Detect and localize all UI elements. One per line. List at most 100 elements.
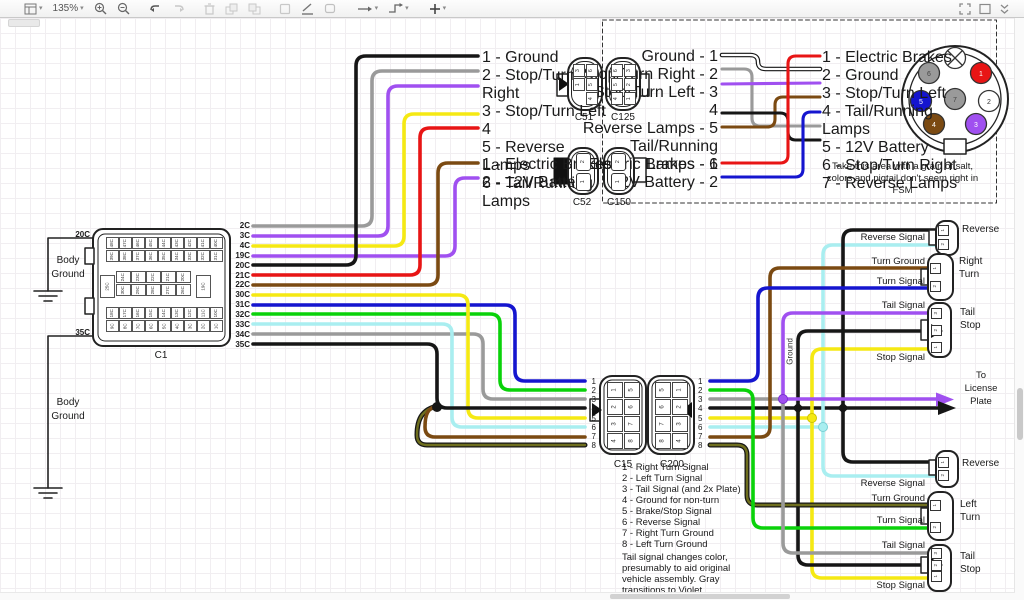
pin-number: 7	[586, 432, 596, 441]
pin-cell: 2	[930, 522, 941, 533]
zoom-level-dropdown[interactable]: 135% ▾	[53, 3, 84, 14]
ground-wire-label: Ground	[787, 331, 796, 371]
legend-line: 4 - Ground for non-turn	[622, 495, 812, 506]
pin-cell: 6	[586, 64, 598, 77]
to-front-button[interactable]	[225, 3, 238, 15]
license-plate-label: Plate	[952, 397, 1010, 407]
wire-label: 4	[578, 102, 718, 120]
vertical-scrollbar[interactable]	[1014, 18, 1024, 600]
wire[interactable]	[823, 427, 937, 476]
c1-pin-cell: 45C	[145, 237, 158, 249]
connection-arrow-dropdown[interactable]: ▾	[357, 4, 379, 14]
c1-pin-cell: 8C	[119, 320, 132, 332]
pin-number: 8	[586, 441, 596, 450]
horizontal-scrollbar-thumb[interactable]	[610, 594, 790, 599]
fill-color-button[interactable]	[279, 3, 291, 15]
vertical-scrollbar-thumb[interactable]	[1017, 388, 1023, 440]
wire[interactable]	[253, 324, 585, 427]
junction-dot	[819, 423, 828, 432]
wire[interactable]	[722, 83, 820, 84]
pin-cell: 4	[672, 433, 688, 449]
c1-pin-cell: 37C	[132, 250, 145, 262]
legend-line: 3 - Tail Signal (and 2x Plate)	[622, 484, 812, 495]
c1-pin-cell: 31C	[210, 250, 223, 262]
pin-cell: 3	[624, 64, 636, 77]
wire[interactable]	[722, 56, 820, 163]
zoom-in-button[interactable]	[94, 2, 107, 15]
wire-label: 1 - Electric Brakes	[822, 49, 972, 67]
c125-pins: 321	[624, 64, 636, 105]
insert-dropdown[interactable]: ▾	[429, 3, 447, 15]
pin-cell: 3	[573, 64, 585, 77]
redo-button[interactable]	[172, 3, 186, 15]
c1-pin-cell: 39C	[106, 250, 119, 262]
legend-line: 2 - Left Turn Signal	[622, 473, 812, 484]
license-plate-label: License	[952, 384, 1010, 394]
waypoint-style-dropdown[interactable]: ▾	[388, 3, 409, 14]
pin-cell: 8	[624, 433, 640, 449]
chevron-down-icon: ▾	[39, 5, 43, 12]
pin-cell: 2	[611, 153, 626, 171]
c1-pin-cell: 13C	[171, 307, 184, 319]
c1-pin-cell: 26C	[176, 284, 191, 296]
pin-cell: 1	[938, 225, 949, 236]
tail-signal-note: Tail signal changes color,presumably to …	[622, 552, 812, 592]
fullscreen-button[interactable]	[959, 3, 971, 15]
c1-pin-cell: 47C	[119, 237, 132, 249]
c1-pin-cell: 35C	[158, 250, 171, 262]
pin-number: 4	[586, 404, 596, 413]
delete-button[interactable]	[204, 3, 215, 15]
c1-pin-cell: 32C	[197, 250, 210, 262]
left-turn-pins: 12	[930, 500, 941, 533]
pin-label: 32C	[226, 310, 250, 320]
pin-cell: 5	[586, 78, 598, 91]
wire[interactable]	[843, 408, 937, 462]
to-back-button[interactable]	[248, 3, 261, 15]
c1-pin-cell: 29C	[131, 284, 146, 296]
c15-pin-numbers: 12345678	[586, 377, 596, 450]
svg-text:2: 2	[987, 99, 991, 106]
pin-cell: 5	[624, 382, 640, 398]
line-color-button[interactable]	[301, 3, 314, 15]
pin-number: 6	[586, 423, 596, 432]
pin-cell: 3	[607, 416, 623, 432]
pin-cell: 1	[938, 457, 949, 468]
junction-diamond	[792, 402, 803, 413]
horizontal-scrollbar[interactable]	[0, 592, 1015, 600]
wire-label: Ground - 1	[578, 48, 718, 66]
pin-cell: 1	[607, 382, 623, 398]
wire[interactable]	[253, 86, 478, 236]
diagram-menu-button[interactable]: ▾	[24, 3, 43, 15]
c1-pin-cell: 9C	[106, 320, 119, 332]
legend-line: 6 - Reverse Signal	[622, 517, 812, 528]
note-line: presumably to aid original	[622, 563, 812, 574]
pin-label: 2C	[226, 221, 250, 231]
connector-label-right-turn: Turn	[959, 269, 979, 280]
wire-label: 3 - Stop/Turn Left	[822, 85, 972, 103]
format-panel-toggle[interactable]	[979, 3, 991, 15]
c1-pin-cell: 20C	[176, 271, 191, 283]
undo-button[interactable]	[148, 3, 162, 15]
body-ground-label: Body	[44, 255, 92, 266]
page-tab[interactable]	[8, 19, 40, 27]
c125-pins: 654	[611, 64, 623, 105]
pin-cell: 2	[931, 325, 942, 336]
note-line: colors and pigtail don't seem right in	[810, 172, 995, 184]
collapse-toolbar-button[interactable]	[999, 3, 1010, 15]
c1-pin-cell: 18C	[106, 307, 119, 319]
c1-pin-cell: 34C	[171, 250, 184, 262]
pin-cell: 1	[611, 173, 626, 191]
wire[interactable]	[798, 331, 929, 408]
wire[interactable]	[722, 112, 820, 177]
c200-pins: 1234	[672, 382, 688, 449]
junction-dot	[808, 414, 817, 423]
zoom-out-button[interactable]	[117, 2, 130, 15]
pin-number: 5	[698, 414, 708, 423]
tail-stop-bottom-pins: 321	[931, 548, 942, 582]
wire[interactable]	[253, 71, 478, 226]
wire[interactable]	[253, 128, 478, 275]
connector-label-tail-stop: Tail	[960, 307, 975, 318]
wire[interactable]	[425, 406, 585, 437]
shadow-button[interactable]	[324, 3, 337, 15]
inset-right-list: 1 - Electric Brakes2 - Ground3 - Stop/Tu…	[822, 49, 972, 147]
